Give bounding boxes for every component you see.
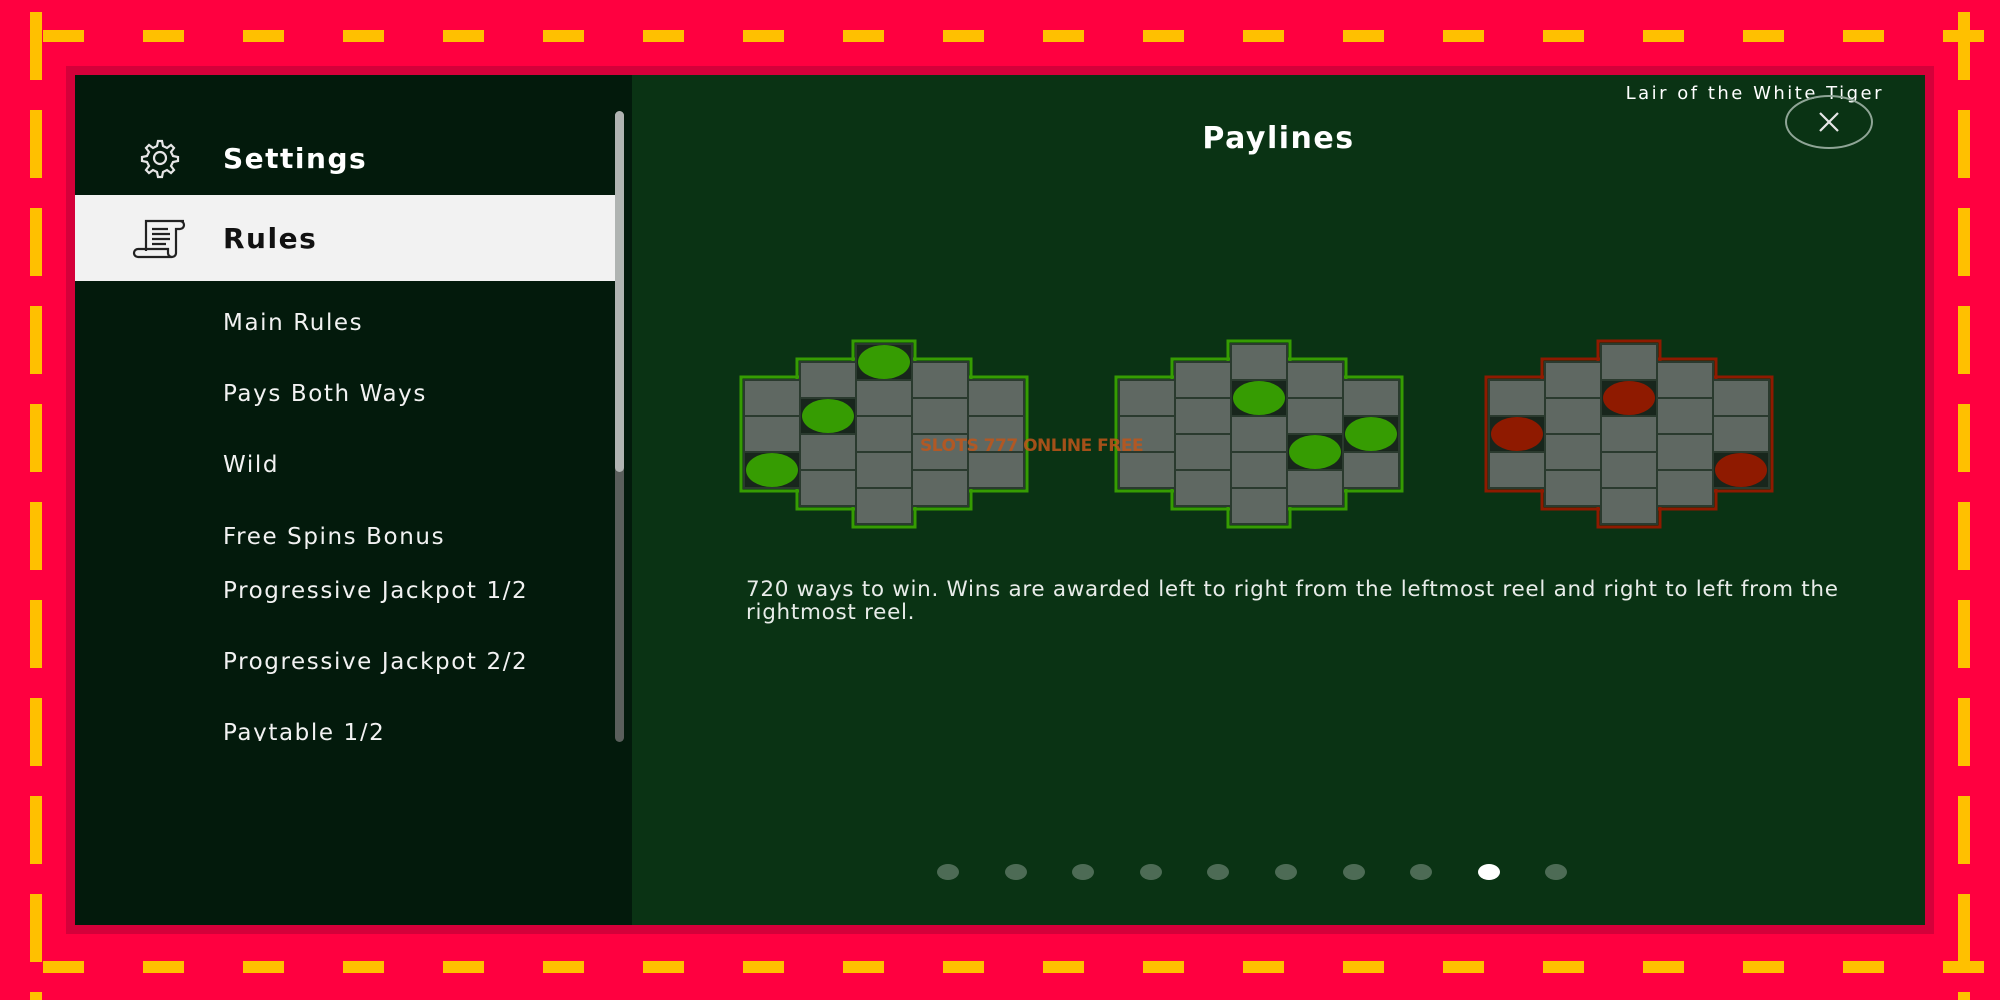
reel-cell xyxy=(1230,415,1288,453)
reel-cell xyxy=(1656,361,1714,399)
reel-cell xyxy=(799,361,857,399)
reel-cell xyxy=(1342,379,1400,417)
win-symbol-marker xyxy=(1233,381,1285,415)
border-dashes-right xyxy=(1958,0,1970,1000)
reel-cell xyxy=(855,487,913,525)
reel-cell xyxy=(1600,451,1658,489)
pagination-dot-6[interactable] xyxy=(1275,864,1297,880)
reel-cell xyxy=(911,469,969,507)
reel-cell xyxy=(911,397,969,435)
reel-cell xyxy=(967,451,1025,489)
reel-cell xyxy=(911,361,969,399)
reel-cell xyxy=(1712,379,1770,417)
reel-cell xyxy=(799,433,857,471)
reel-cell xyxy=(1286,397,1344,435)
reel-cell xyxy=(743,379,801,417)
payline-diagram xyxy=(1114,339,1404,529)
reel-cell xyxy=(1342,451,1400,489)
pagination-dot-2[interactable] xyxy=(1004,864,1027,880)
reel-cell xyxy=(855,451,913,489)
win-symbol-marker xyxy=(1345,417,1397,451)
border-dashes-left xyxy=(30,0,42,1000)
reel-cell xyxy=(1656,397,1714,435)
reel-cell xyxy=(1230,343,1288,381)
reel-cell xyxy=(799,469,857,507)
win-symbol-marker xyxy=(1491,417,1543,451)
paylines-description: 720 ways to win. Wins are awarded left t… xyxy=(746,577,1839,625)
reel-cell xyxy=(855,379,913,417)
win-symbol-marker xyxy=(1715,453,1767,487)
win-symbol-marker xyxy=(746,453,798,487)
reel-cell xyxy=(1174,469,1232,507)
pagination-dot-4[interactable] xyxy=(1139,864,1162,880)
reel-cell xyxy=(1488,451,1546,489)
reel-cell xyxy=(1286,469,1344,507)
reel-cell xyxy=(1600,415,1658,453)
reel-cell xyxy=(1174,397,1232,435)
reel-cell xyxy=(1600,487,1658,525)
reel-cell xyxy=(1230,451,1288,489)
reel-cell xyxy=(1600,343,1658,381)
reel-cell xyxy=(1488,379,1546,417)
border-dashes-top xyxy=(0,30,2000,42)
reel-cell xyxy=(1656,469,1714,507)
win-symbol-marker xyxy=(1603,381,1655,415)
payline-diagram xyxy=(1484,339,1774,529)
reel-cell xyxy=(1118,379,1176,417)
reel-cell xyxy=(1118,451,1176,489)
watermark-logo: SLOTS 777 ONLINE FREE xyxy=(920,436,1144,456)
reel-cell xyxy=(1544,361,1602,399)
rules-dialog: Settings Rules Main Rules Pays Both Ways… xyxy=(75,75,1925,925)
reel-cell xyxy=(743,415,801,453)
pagination-dot-9[interactable] xyxy=(1477,864,1500,880)
border-dashes-bottom xyxy=(0,961,2000,973)
reel-cell xyxy=(855,415,913,453)
win-symbol-marker xyxy=(802,399,854,433)
reel-cell xyxy=(1174,433,1232,471)
win-symbol-marker xyxy=(1289,435,1341,469)
paylines-diagrams xyxy=(739,339,1774,529)
reel-cell xyxy=(1544,397,1602,435)
reel-cell xyxy=(1174,361,1232,399)
reel-cell xyxy=(967,379,1025,417)
payline-diagram xyxy=(739,339,1029,529)
win-symbol-marker xyxy=(858,345,910,379)
reel-cell xyxy=(1230,487,1288,525)
pagination-dot-1[interactable] xyxy=(937,864,959,880)
reel-cell xyxy=(1544,433,1602,471)
reel-cell xyxy=(1544,469,1602,507)
reel-cell xyxy=(1286,361,1344,399)
reel-cell xyxy=(1712,415,1770,453)
pagination-dot-7[interactable] xyxy=(1342,864,1365,880)
reel-cell xyxy=(1656,433,1714,471)
